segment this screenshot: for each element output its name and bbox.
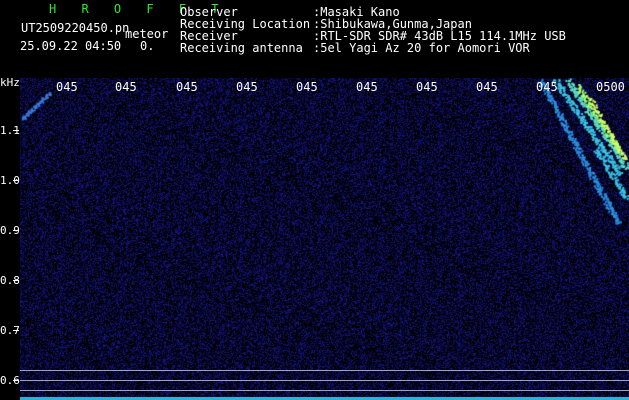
reference-line (20, 390, 629, 391)
reference-line (20, 380, 629, 381)
reference-line (20, 370, 629, 371)
x-tick-label: 045 (536, 80, 558, 94)
y-tick-mark (13, 230, 19, 231)
timestamp: 25.09.22 04:50 (20, 39, 122, 53)
y-axis-unit: kHz (0, 76, 20, 89)
x-tick-label: 045 (176, 80, 198, 94)
x-tick-label: 045 (296, 80, 318, 94)
antenna-value: :5el Yagi Az 20 for Aomori VOR (313, 41, 530, 55)
x-tick-label: 045 (356, 80, 378, 94)
spectrogram-canvas (20, 78, 629, 400)
x-tick-label: 045 (416, 80, 438, 94)
x-tick-label: 0500 (596, 80, 625, 94)
x-tick-label: 045 (236, 80, 258, 94)
spectrogram (20, 78, 629, 400)
x-tick-label: 045 (115, 80, 137, 94)
y-tick-mark (13, 180, 19, 181)
y-tick-mark (13, 380, 19, 381)
count-label: 0. (140, 39, 155, 53)
y-tick-mark (13, 330, 19, 331)
x-tick-label: 045 (476, 80, 498, 94)
y-tick-mark (13, 130, 19, 131)
y-tick-mark (13, 280, 19, 281)
file-name: UT2509220450.pn (21, 21, 130, 35)
x-tick-label: 045 (56, 80, 78, 94)
antenna-label: Receiving antenna (180, 41, 303, 55)
